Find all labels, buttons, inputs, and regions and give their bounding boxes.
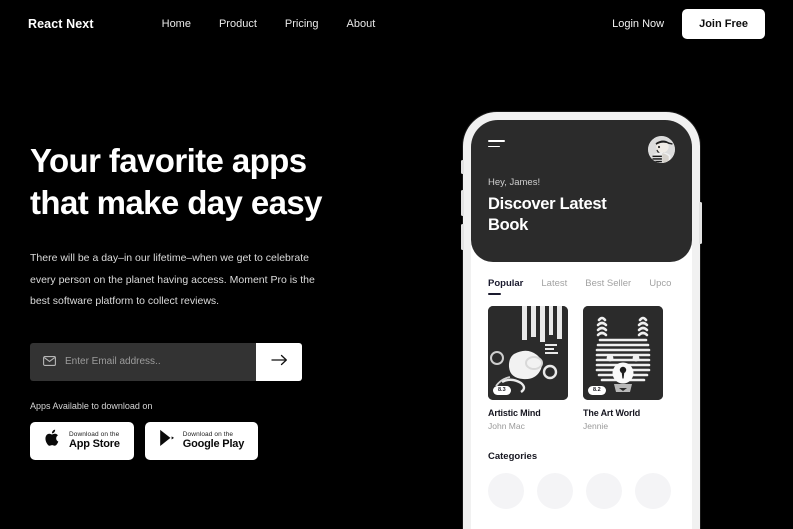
phone-mockup: Hey, James! Discover Latest Book Popular…	[461, 112, 702, 529]
status-badge: 8.3	[493, 385, 511, 395]
join-free-button[interactable]: Join Free	[682, 9, 765, 39]
categories-list	[471, 462, 692, 509]
tab-popular[interactable]: Popular	[488, 278, 523, 297]
nav-link-about[interactable]: About	[347, 18, 376, 30]
avatar[interactable]	[648, 136, 675, 163]
email-signup-form	[30, 342, 302, 381]
hamburger-line-2	[488, 145, 500, 148]
email-input[interactable]	[65, 356, 243, 367]
category-circle-1[interactable]	[488, 473, 524, 509]
google-play-icon	[159, 429, 175, 452]
book-title: The Art World	[583, 408, 641, 418]
hamburger-line-1	[488, 140, 505, 142]
book-title: Artistic Mind	[488, 408, 541, 418]
google-play-badge[interactable]: Download on the Google Play	[144, 421, 259, 460]
app-header: Hey, James! Discover Latest Book	[471, 120, 692, 262]
hero-paragraph: There will be a day–in our lifetime–when…	[30, 252, 315, 307]
book-cover-the-art-world: 8.2	[583, 306, 663, 400]
app-title-line-2: Book	[488, 216, 529, 234]
tab-best-seller[interactable]: Best Seller	[585, 278, 631, 297]
top-navigation-bar: React Next Home Product Pricing About Lo…	[0, 0, 793, 48]
app-store-badge-small: Download on the	[69, 430, 120, 438]
book-author: John Mac	[488, 421, 525, 431]
book-list: 8.3 Artistic Mind John Mac 8.2 The Art W…	[471, 297, 692, 431]
category-circle-3[interactable]	[586, 473, 622, 509]
list-item[interactable]: 8.3 Artistic Mind John Mac	[488, 306, 568, 431]
phone-mute-button[interactable]	[461, 160, 464, 174]
apple-icon	[44, 428, 61, 453]
email-input-wrapper[interactable]	[30, 342, 256, 381]
list-item[interactable]: 8.2 The Art World Jennie	[583, 306, 663, 431]
google-play-badge-big: Google Play	[182, 437, 245, 450]
app-store-badge-text: Download on the App Store	[69, 431, 120, 451]
category-circle-4[interactable]	[635, 473, 671, 509]
phone-volume-up-button[interactable]	[461, 190, 464, 216]
headline-line-2: that make day easy	[30, 184, 322, 221]
google-play-badge-small: Download on the	[182, 430, 234, 438]
hero-section: Your favorite apps that make day easy Th…	[30, 140, 390, 460]
nav-link-home[interactable]: Home	[162, 18, 191, 30]
nav-actions: Login Now Join Free	[612, 9, 765, 39]
app-title: Discover Latest Book	[488, 194, 675, 236]
envelope-icon	[43, 353, 56, 371]
arrow-right-icon	[271, 354, 288, 369]
headline-line-1: Your favorite apps	[30, 142, 307, 179]
category-circle-2[interactable]	[537, 473, 573, 509]
phone-screen: Hey, James! Discover Latest Book Popular…	[471, 120, 692, 529]
phone-power-button[interactable]	[699, 202, 702, 244]
google-play-badge-text: Download on the Google Play	[182, 430, 245, 451]
app-header-top-row	[488, 136, 675, 163]
app-store-badge-big: App Store	[69, 437, 120, 450]
categories-heading: Categories	[488, 451, 538, 462]
login-link[interactable]: Login Now	[612, 18, 664, 30]
nav-links: Home Product Pricing About	[162, 18, 376, 30]
app-store-badge[interactable]: Download on the App Store	[30, 421, 134, 460]
submit-email-button[interactable]	[256, 342, 302, 381]
book-cover-artistic-mind: 8.3	[488, 306, 568, 400]
phone-volume-down-button[interactable]	[461, 224, 464, 250]
status-badge: 8.2	[588, 385, 606, 395]
apps-available-label: Apps Available to download on	[30, 400, 153, 411]
nav-link-product[interactable]: Product	[219, 18, 257, 30]
book-author: Jennie	[583, 421, 609, 431]
nav-link-pricing[interactable]: Pricing	[285, 18, 319, 30]
app-title-line-1: Discover Latest	[488, 195, 607, 213]
greeting-text: Hey, James!	[488, 177, 541, 188]
store-badges: Download on the App Store Download on th…	[30, 421, 390, 460]
page-title: Your favorite apps that make day easy	[30, 140, 390, 224]
tab-latest[interactable]: Latest	[541, 278, 567, 297]
hamburger-menu-icon[interactable]	[488, 140, 505, 151]
brand-logo[interactable]: React Next	[28, 17, 94, 31]
tab-upcoming[interactable]: Upco	[649, 278, 671, 297]
category-tabs: Popular Latest Best Seller Upco	[471, 262, 692, 297]
